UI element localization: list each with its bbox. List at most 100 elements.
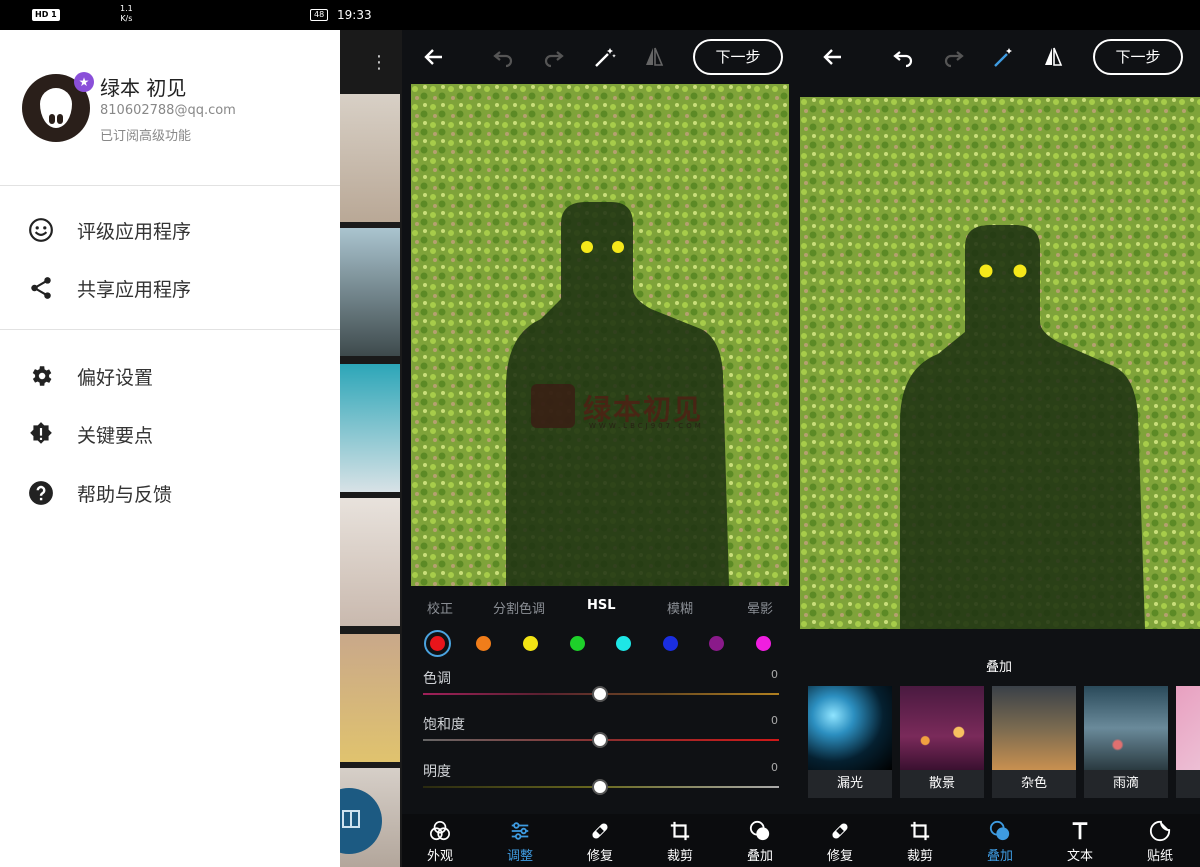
tab-vignette[interactable]: 晕影: [747, 598, 773, 617]
slider-value: 0: [771, 714, 778, 727]
tab-correction[interactable]: 校正: [427, 598, 453, 617]
color-swatch-purple[interactable]: [709, 636, 724, 651]
nav-crop[interactable]: 裁剪: [890, 820, 950, 865]
menu-item-share-app[interactable]: 共享应用程序: [0, 259, 340, 315]
overlay-card-bokeh[interactable]: 散景: [900, 686, 984, 798]
nav-sticker[interactable]: 贴纸: [1130, 820, 1190, 865]
avatar[interactable]: ★: [22, 72, 94, 142]
nav-label: 文本: [1066, 849, 1093, 864]
editor-toolbar: 下一步: [402, 30, 798, 84]
color-swatch-magenta[interactable]: [756, 636, 771, 651]
status-bar: HD 1 1.1 K/s 48 19:33: [0, 0, 1200, 30]
edited-photo: 绿本初见 WWW.LBCJ907.COM: [411, 84, 789, 586]
undo-icon[interactable]: [891, 45, 915, 69]
nav-heal[interactable]: 修复: [570, 820, 630, 865]
nav-overlay[interactable]: 叠加: [970, 820, 1030, 865]
slider-hue: 色调 0: [402, 668, 798, 714]
photo-thumbnail[interactable]: [340, 498, 400, 626]
slider-handle[interactable]: [592, 686, 608, 702]
slider-saturation: 饱和度 0: [402, 714, 798, 760]
overlay-card-light-leak[interactable]: 漏光: [808, 686, 892, 798]
more-vert-icon[interactable]: ⋮: [370, 52, 388, 73]
magic-wand-icon[interactable]: [593, 45, 617, 69]
editor-panel-adjust: 下一步 绿本初见 WWW.LBCJ907.COM 校正 分割色调 HSL 模糊 …: [402, 30, 798, 867]
bottom-nav: 修复 裁剪 叠加 文本 贴纸: [798, 814, 1200, 867]
avatar-eye: [57, 114, 63, 124]
menu-item-rate-app[interactable]: 评级应用程序: [0, 201, 340, 257]
divider: [0, 185, 340, 186]
slider-value: 0: [771, 761, 778, 774]
nav-looks[interactable]: 外观: [410, 820, 470, 865]
overlay-thumbnail: [1084, 686, 1168, 770]
looks-icon: [430, 821, 450, 841]
color-swatch-red[interactable]: [430, 636, 445, 651]
editor-toolbar: 下一步: [798, 30, 1200, 84]
nav-crop[interactable]: 裁剪: [650, 820, 710, 865]
premium-star-icon: ★: [74, 72, 94, 92]
tab-split-tone[interactable]: 分割色调: [493, 598, 545, 617]
overlay-thumbnail: [900, 686, 984, 770]
undo-icon[interactable]: [491, 45, 515, 69]
compare-icon[interactable]: [1041, 45, 1065, 69]
next-step-button[interactable]: 下一步: [1093, 39, 1183, 75]
color-swatch-green[interactable]: [570, 636, 585, 651]
tab-blur[interactable]: 模糊: [667, 598, 693, 617]
photo-thumbnail[interactable]: [340, 94, 400, 222]
text-icon: [1072, 822, 1088, 840]
nav-label: 裁剪: [906, 849, 933, 864]
photo-thumbnail[interactable]: [340, 634, 400, 762]
adjust-tabs: 校正 分割色调 HSL 模糊 晕影: [402, 598, 798, 622]
sticker-icon: [1149, 820, 1171, 842]
overlay-card-raindrop[interactable]: 雨滴: [1084, 686, 1168, 798]
color-swatch-orange[interactable]: [476, 636, 491, 651]
back-arrow-icon[interactable]: [422, 45, 446, 69]
menu-item-label: 关键要点: [77, 425, 154, 447]
nav-label: 裁剪: [666, 849, 693, 864]
tab-hsl[interactable]: HSL: [587, 598, 616, 613]
nav-label: 调整: [506, 849, 533, 864]
color-swatch-blue[interactable]: [663, 636, 678, 651]
network-speed-value: 1.1: [120, 4, 133, 13]
overlay-card-partial[interactable]: [1176, 686, 1200, 798]
redo-icon[interactable]: [542, 45, 566, 69]
nav-heal[interactable]: 修复: [810, 820, 870, 865]
back-arrow-icon[interactable]: [821, 45, 845, 69]
overlay-icon: [749, 820, 770, 841]
redo-icon[interactable]: [942, 45, 966, 69]
menu-item-label: 偏好设置: [77, 367, 154, 389]
nav-adjust[interactable]: 调整: [490, 820, 550, 865]
menu-item-preferences[interactable]: 偏好设置: [0, 347, 340, 403]
nav-text[interactable]: 文本: [1050, 820, 1110, 865]
nav-label: 贴纸: [1146, 849, 1173, 864]
hsl-color-picker: [402, 628, 798, 658]
slider-label: 明度: [423, 764, 451, 780]
subscription-status: 已订阅高级功能: [100, 129, 192, 144]
slider-handle[interactable]: [592, 779, 608, 795]
nav-label: 叠加: [746, 849, 773, 864]
watermark-logo: [531, 384, 575, 428]
overlay-thumbnail: [992, 686, 1076, 770]
crop-icon: [670, 821, 690, 841]
avatar-eye: [49, 114, 55, 124]
compare-icon[interactable]: [642, 45, 666, 69]
clock: 19:33: [337, 8, 372, 22]
watermark: 绿本初见 WWW.LBCJ907.COM: [531, 384, 731, 444]
nav-overlay[interactable]: 叠加: [730, 820, 790, 865]
color-swatch-yellow[interactable]: [523, 636, 538, 651]
slider-value: 0: [771, 668, 778, 681]
color-swatch-cyan[interactable]: [616, 636, 631, 651]
next-step-button[interactable]: 下一步: [693, 39, 783, 75]
editor-panel-overlay: 下一步 叠加 漏光 散景 杂色 雨滴 修复 裁剪 叠加 文本 贴纸: [798, 30, 1200, 867]
overlay-card-noise[interactable]: 杂色: [992, 686, 1076, 798]
nav-label: 修复: [826, 849, 853, 864]
help-icon: [29, 481, 53, 505]
slider-handle[interactable]: [592, 732, 608, 748]
photo-thumbnail[interactable]: [340, 228, 400, 356]
nav-label: 修复: [586, 849, 613, 864]
menu-item-key-points[interactable]: 关键要点: [0, 405, 340, 461]
menu-item-help-feedback[interactable]: 帮助与反馈: [0, 464, 340, 520]
hd-badge: HD 1: [32, 9, 60, 21]
magic-wand-icon[interactable]: [992, 45, 1016, 69]
divider: [0, 329, 340, 330]
photo-thumbnail[interactable]: [340, 364, 400, 492]
